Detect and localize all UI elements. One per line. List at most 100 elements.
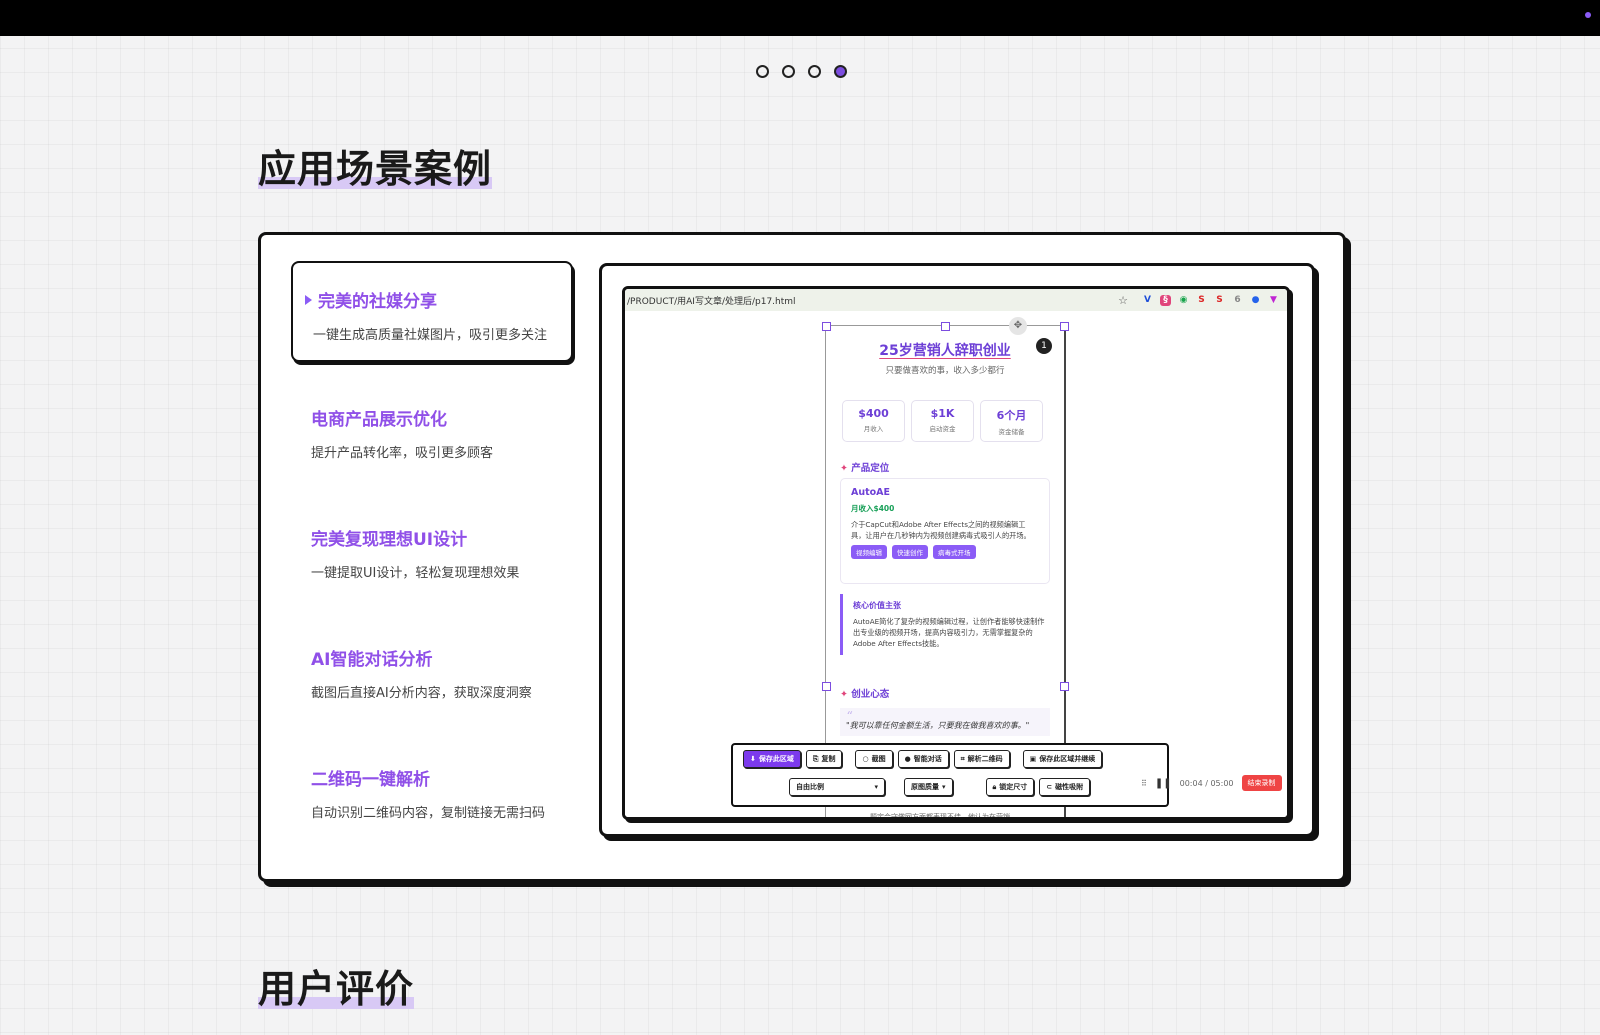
extension-icon[interactable]: 6 <box>1232 295 1243 306</box>
extensions-bar: V § ◉ S S 6 ● ▼ <box>1142 294 1279 306</box>
address-bar[interactable]: /PRODUCT/用AI写文章/处理后/p17.html ☆ V § ◉ S S… <box>625 289 1287 311</box>
lock-size-toggle[interactable]: 🔒︎ 锁定尺寸 <box>985 778 1035 796</box>
stat-box: $400 月收入 <box>842 400 905 442</box>
stat-value: 6个月 <box>996 409 1027 422</box>
tag: 视频编辑 <box>851 545 887 559</box>
extension-icon[interactable]: S <box>1196 295 1207 306</box>
product-income: 月收入$400 <box>851 504 895 513</box>
selection-handle[interactable] <box>941 322 950 331</box>
cases-title-text: 应用场景案例 <box>258 147 493 191</box>
quote-block: “ "我可以靠任何金额生活，只要我在做我喜欢的事。" <box>840 708 1050 736</box>
top-bar <box>0 0 1600 36</box>
toolbar-row-1: ⬇ 保存此区域 ⎘ 复制 ○ 截图 ● 智能对话 ⌗ 解析二维码 ▣ 保存此区域并继续 <box>743 750 1103 768</box>
magnetic-snap-toggle[interactable]: ⊂ 磁性吸附 <box>1039 778 1091 796</box>
case-item-social[interactable]: 完美的社媒分享 一键生成高质量社媒图片，吸引更多关注 <box>291 261 573 362</box>
quote-text: "我可以靠任何金额生活，只要我在做我喜欢的事。" <box>846 721 1030 730</box>
drag-handle-icon[interactable]: ⠿ <box>1141 779 1147 788</box>
chevron-down-icon: ▾ <box>874 783 878 791</box>
case-item-qrcode[interactable]: 二维码一键解析 自动识别二维码内容，复制链接无需扫码 <box>291 741 573 842</box>
lock-icon: 🔒︎ <box>992 782 997 791</box>
quote-mark-icon: “ <box>846 709 853 723</box>
extension-icon[interactable]: ◉ <box>1178 295 1189 306</box>
parse-qrcode-button[interactable]: ⌗ 解析二维码 <box>953 750 1010 768</box>
recording-controls: ⠿ ❚❚ 00:04 / 05:00 结束录制 <box>1141 775 1282 791</box>
core-text: AutoAE简化了复杂的视频编辑过程，让创作者能够快速制作出专业级的视频开场，提… <box>853 617 1045 648</box>
screenshot-button[interactable]: ○ 截图 <box>855 750 893 768</box>
case-desc: 一键提取UI设计，轻松复现理想效果 <box>311 566 520 581</box>
number-badge: 1 <box>1036 338 1052 354</box>
case-list: 完美的社媒分享 一键生成高质量社媒图片，吸引更多关注 电商产品展示优化 提升产品… <box>291 261 573 861</box>
chat-icon: ● <box>904 755 911 763</box>
chevron-down-icon: ▾ <box>942 783 946 791</box>
stat-box: $1K 启动资金 <box>911 400 974 442</box>
qrcode-icon: ⌗ <box>960 754 965 763</box>
stat-label: 月收入 <box>863 425 884 433</box>
profile-avatar-icon[interactable]: ● <box>1250 295 1261 306</box>
extension-icon[interactable]: § <box>1160 294 1171 306</box>
save-region-button[interactable]: ⬇ 保存此区域 <box>743 750 801 768</box>
extension-icon[interactable]: ▼ <box>1268 295 1279 306</box>
case-item-ai-chat[interactable]: AI智能对话分析 截图后直接AI分析内容，获取深度洞察 <box>291 621 573 722</box>
card-bottom-text: 题定会守做网方面都表现不佳。他认为在营销... <box>870 813 1017 820</box>
copy-icon: ⎘ <box>812 754 819 763</box>
case-title-text: 完美的社媒分享 <box>318 292 437 312</box>
preview-frame: /PRODUCT/用AI写文章/处理后/p17.html ☆ V § ◉ S S… <box>599 263 1315 837</box>
case-item-ecommerce[interactable]: 电商产品展示优化 提升产品转化率，吸引更多顾客 <box>291 381 573 482</box>
case-title: AI智能对话分析 <box>311 650 433 670</box>
section-heading: 产品定位 <box>840 460 889 474</box>
magnet-icon: ⊂ <box>1046 783 1053 791</box>
circle-icon: ○ <box>862 755 869 763</box>
selection-handle[interactable] <box>822 682 831 691</box>
play-arrow-icon <box>305 294 312 305</box>
case-title: 完美复现理想UI设计 <box>311 530 468 550</box>
browser-window: /PRODUCT/用AI写文章/处理后/p17.html ☆ V § ◉ S S… <box>622 286 1290 820</box>
ai-chat-button[interactable]: ● 智能对话 <box>897 750 949 768</box>
core-heading: 核心价值主张 <box>853 601 901 610</box>
stat-label: 资金储备 <box>998 428 1025 436</box>
pause-icon[interactable]: ❚❚ <box>1155 778 1172 789</box>
carousel-pager <box>756 65 847 78</box>
cases-panel: 完美的社媒分享 一键生成高质量社媒图片，吸引更多关注 电商产品展示优化 提升产品… <box>258 232 1346 882</box>
case-item-ui-design[interactable]: 完美复现理想UI设计 一键提取UI设计，轻松复现理想效果 <box>291 501 573 602</box>
tag: 快速创作 <box>892 545 928 559</box>
product-desc: 介于CapCut和Adobe After Effects之间的视频编辑工具，让用… <box>851 520 1031 540</box>
case-title: 完美的社媒分享 <box>305 287 571 312</box>
toolbar-row-2: 自由比例 ▾ 原图质量 ▾ 🔒︎ 锁定尺寸 ⊂ 磁性吸附 <box>789 778 1091 796</box>
extension-icon[interactable]: V <box>1142 295 1153 306</box>
pager-dot-4[interactable] <box>834 65 847 78</box>
stat-value: $1K <box>930 407 955 420</box>
save-and-continue-button[interactable]: ▣ 保存此区域并继续 <box>1022 750 1103 768</box>
url-text: /PRODUCT/用AI写文章/处理后/p17.html <box>627 296 796 307</box>
stat-box: 6个月 资金储备 <box>980 400 1043 442</box>
selection-handle[interactable] <box>1060 322 1069 331</box>
card-title: 25岁营销人辞职创业 <box>879 343 1011 359</box>
star-icon[interactable]: ☆ <box>1118 294 1128 307</box>
section-heading: 创业心态 <box>840 686 889 700</box>
stats-row: $400 月收入 $1K 启动资金 6个月 资金储备 <box>842 400 1043 442</box>
stat-value: $400 <box>858 407 889 420</box>
copy-button[interactable]: ⎘ 复制 <box>805 750 843 768</box>
quality-select[interactable]: 原图质量 ▾ <box>904 778 953 796</box>
stat-label: 启动资金 <box>929 425 956 433</box>
extension-icon[interactable]: S <box>1214 295 1225 306</box>
pager-dot-1[interactable] <box>756 65 769 78</box>
selection-handle[interactable] <box>822 322 831 331</box>
pager-dot-3[interactable] <box>808 65 821 78</box>
product-name: AutoAE <box>851 487 891 498</box>
save-icon: ⬇ <box>750 755 756 763</box>
tag: 病毒式开场 <box>933 545 976 559</box>
pager-dot-2[interactable] <box>782 65 795 78</box>
case-desc: 自动识别二维码内容，复制链接无需扫码 <box>311 806 546 821</box>
selection-handle[interactable] <box>1060 682 1069 691</box>
recording-time: 00:04 / 05:00 <box>1179 778 1234 788</box>
case-desc: 一键生成高质量社媒图片，吸引更多关注 <box>313 328 548 343</box>
stop-recording-button[interactable]: 结束录制 <box>1241 775 1282 791</box>
case-desc: 提升产品转化率，吸引更多顾客 <box>311 446 494 461</box>
case-title: 二维码一键解析 <box>311 770 430 790</box>
reviews-title-text: 用户评价 <box>258 967 415 1011</box>
move-handle-icon[interactable]: ✥ <box>1009 317 1027 335</box>
card-subtitle: 只要做喜欢的事，收入多少都行 <box>885 366 1005 376</box>
aspect-ratio-select[interactable]: 自由比例 ▾ <box>789 778 885 796</box>
status-dot <box>1585 12 1591 18</box>
page-canvas: 25岁营销人辞职创业 只要做喜欢的事，收入多少都行 1 $400 月收入 $1K… <box>625 311 1287 817</box>
